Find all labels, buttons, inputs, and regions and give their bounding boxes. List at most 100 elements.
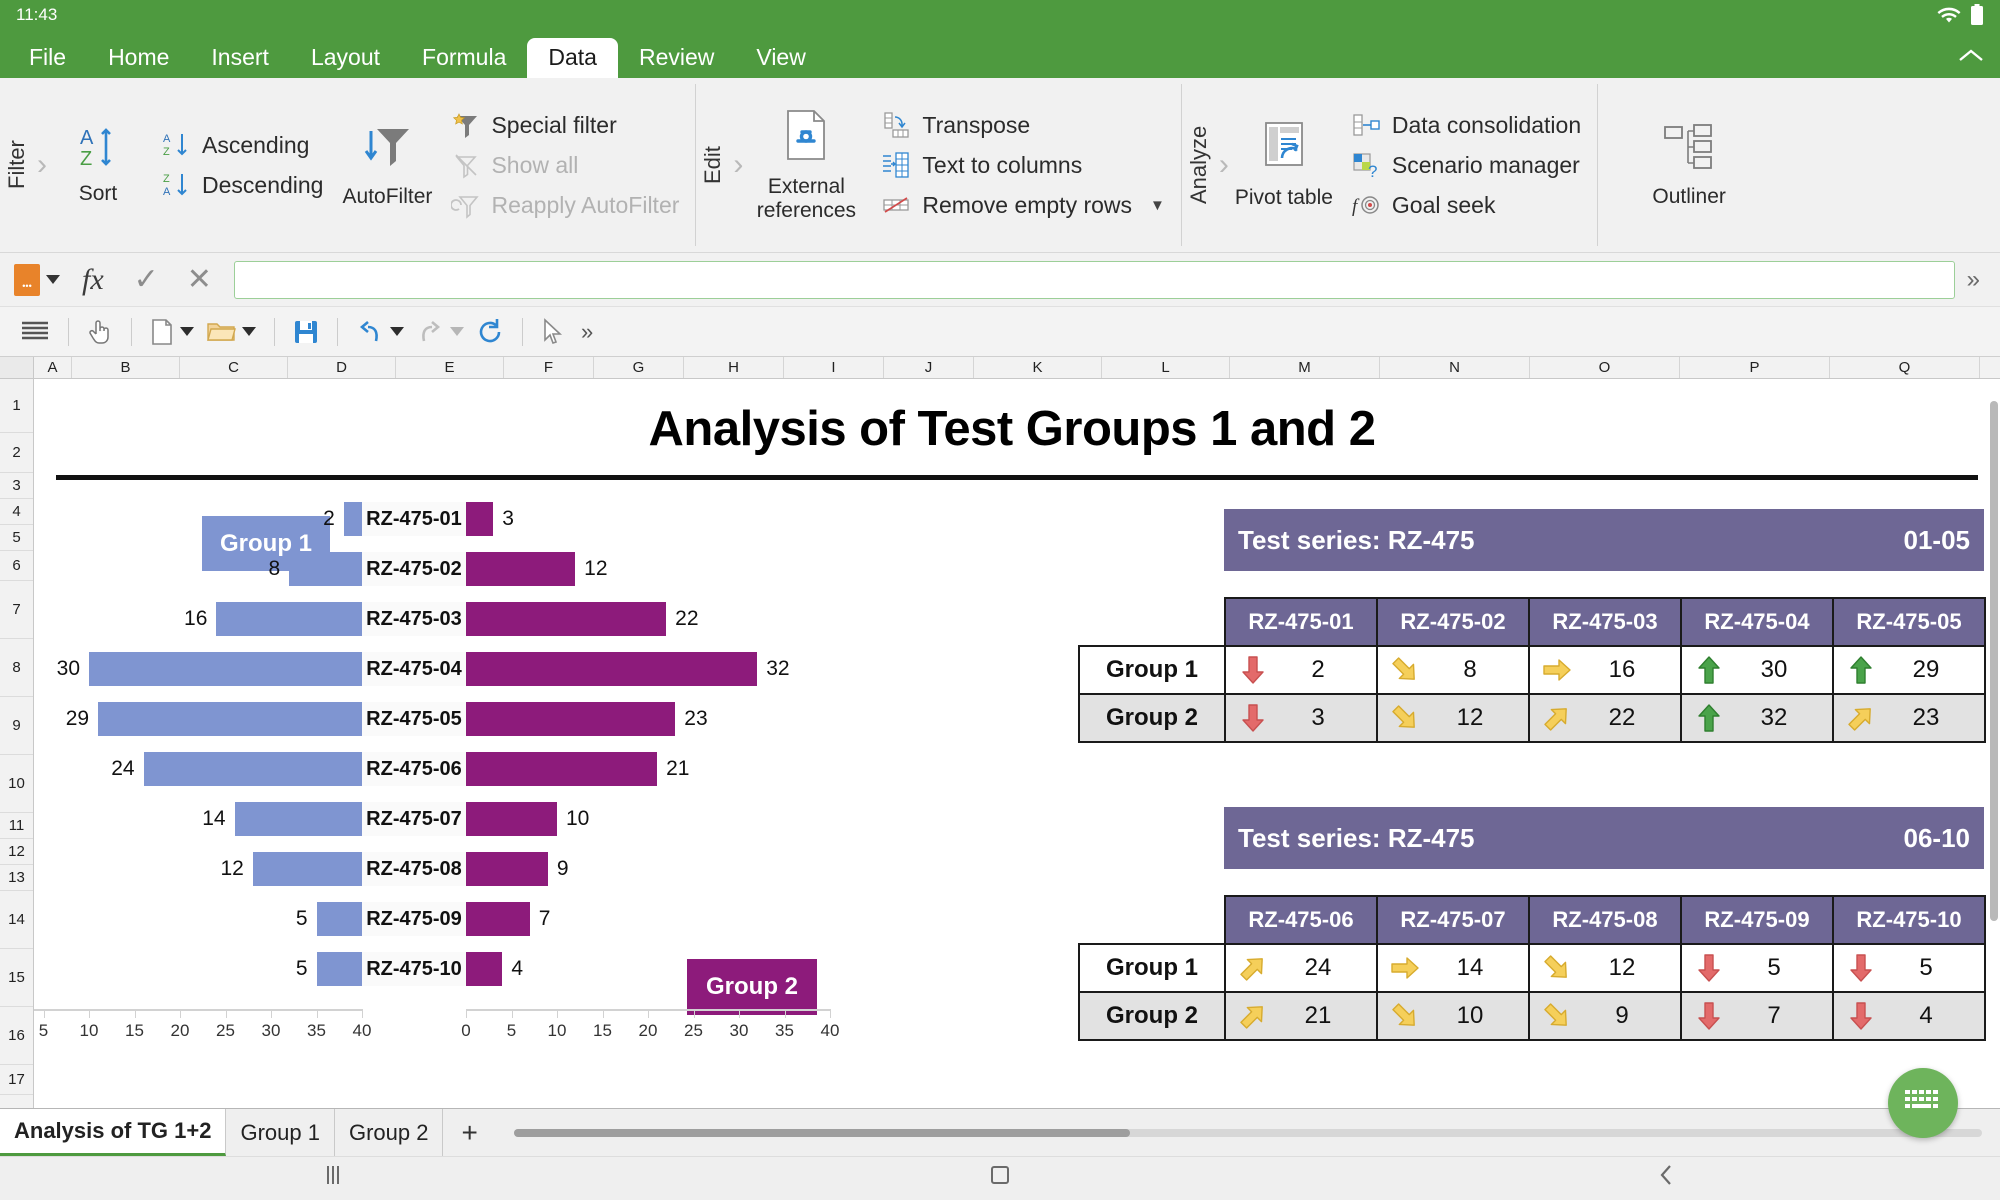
external-references-button[interactable]: External references [746,78,866,252]
vertical-scrollbar[interactable] [1988,401,2000,1200]
horizontal-scrollbar-thumb[interactable] [514,1129,1131,1137]
home-icon[interactable] [987,1162,1013,1195]
open-folder-icon[interactable] [200,319,262,345]
column-header-I[interactable]: I [784,357,884,378]
row-header-13[interactable]: 13 [0,865,33,891]
table-cell[interactable]: 9 [1529,992,1681,1040]
chevron-down-icon-open[interactable] [242,327,256,336]
table-column-header[interactable]: RZ-475-10 [1833,896,1985,944]
column-header-G[interactable]: G [594,357,684,378]
horizontal-scrollbar-track[interactable] [514,1129,1982,1137]
chart-bar-group2[interactable] [466,902,530,936]
check-icon[interactable]: ✓ [120,262,173,297]
close-icon[interactable]: ✕ [173,262,226,297]
row-header-5[interactable]: 5 [0,525,33,551]
tab-formula[interactable]: Formula [401,38,527,78]
row-header-11[interactable]: 11 [0,813,33,839]
column-header-K[interactable]: K [974,357,1102,378]
keyboard-toggle-button[interactable] [1888,1068,1958,1138]
table-column-header[interactable]: RZ-475-09 [1681,896,1833,944]
chevron-down-icon-namebox[interactable] [46,275,60,284]
tab-layout[interactable]: Layout [290,38,401,78]
sheet-canvas[interactable]: Analysis of Test Groups 1 and 2 Group 1 … [34,379,2000,1200]
column-header-B[interactable]: B [72,357,180,378]
chart-bar-group1[interactable] [344,502,362,536]
pivot-table-button[interactable]: Pivot table [1232,78,1336,252]
sheet-tab-analysis[interactable]: Analysis of TG 1+2 [0,1109,226,1156]
scenario-manager-button[interactable]: ? Scenario manager [1346,148,1587,182]
chevron-up-icon[interactable] [1958,44,1984,70]
table-cell[interactable]: 21 [1225,992,1377,1040]
new-document-icon[interactable] [144,318,200,346]
tornado-chart[interactable]: Group 1 Group 2 2RZ-475-0138RZ-475-02121… [52,494,912,1064]
chart-bar-group1[interactable] [235,802,362,836]
chart-bar-group1[interactable] [317,952,363,986]
table-cell[interactable]: 29 [1833,646,1985,694]
select-all-corner[interactable] [0,357,34,378]
refresh-icon[interactable] [470,318,510,346]
hand-pointer-icon[interactable] [81,318,119,346]
descending-button[interactable]: Z A Descending [156,168,329,202]
table-column-header[interactable]: RZ-475-02 [1377,598,1529,646]
table-cell[interactable]: 14 [1377,944,1529,992]
chart-bar-group2[interactable] [466,952,502,986]
chart-bar-group2[interactable] [466,802,557,836]
chevron-double-right-icon[interactable]: » [1955,266,1992,294]
menu-icon[interactable] [14,319,56,345]
sheet-tab-group2[interactable]: Group 2 [335,1109,444,1156]
table-cell[interactable]: 7 [1681,992,1833,1040]
row-header-7[interactable]: 7 [0,581,33,639]
row-header-15[interactable]: 15 [0,949,33,1007]
recents-icon[interactable] [320,1162,346,1195]
column-header-M[interactable]: M [1230,357,1380,378]
tab-data[interactable]: Data [527,38,618,78]
special-filter-button[interactable]: Special filter [445,108,685,142]
column-header-L[interactable]: L [1102,357,1230,378]
chevron-down-icon-undo[interactable] [390,327,404,336]
chart-bar-group1[interactable] [253,852,362,886]
panel-1-table[interactable]: RZ-475-01RZ-475-02RZ-475-03RZ-475-04RZ-4… [1078,597,1986,743]
column-header-O[interactable]: O [1530,357,1680,378]
fx-icon[interactable]: fx [66,263,120,297]
table-cell[interactable]: 16 [1529,646,1681,694]
tab-review[interactable]: Review [618,38,735,78]
table-column-header[interactable]: RZ-475-01 [1225,598,1377,646]
row-header-9[interactable]: 9 [0,697,33,755]
data-consolidation-button[interactable]: Data consolidation [1346,108,1587,142]
column-header-A[interactable]: A [34,357,72,378]
chevron-down-icon-new[interactable] [180,327,194,336]
table-cell[interactable]: 30 [1681,646,1833,694]
sheet-tab-group1[interactable]: Group 1 [226,1109,335,1156]
row-header-6[interactable]: 6 [0,551,33,581]
chart-bar-group2[interactable] [466,602,666,636]
chart-bar-group1[interactable] [289,552,362,586]
chart-bar-group2[interactable] [466,552,575,586]
row-header-12[interactable]: 12 [0,839,33,865]
row-header-2[interactable]: 2 [0,433,33,473]
row-header-3[interactable]: 3 [0,473,33,499]
panel-2-table[interactable]: RZ-475-06RZ-475-07RZ-475-08RZ-475-09RZ-4… [1078,895,1986,1041]
name-box[interactable] [8,264,66,296]
vertical-scrollbar-thumb[interactable] [1990,401,1998,921]
table-cell[interactable]: 3 [1225,694,1377,742]
row-header-8[interactable]: 8 [0,639,33,697]
table-cell[interactable]: 10 [1377,992,1529,1040]
chevron-down-icon-remove-rows[interactable]: ▼ [1150,197,1165,214]
outliner-button[interactable]: Outliner [1624,78,1754,252]
row-header-4[interactable]: 4 [0,499,33,525]
formula-input[interactable] [234,261,1955,299]
table-cell[interactable]: 12 [1529,944,1681,992]
chart-bar-group1[interactable] [89,652,362,686]
table-column-header[interactable]: RZ-475-04 [1681,598,1833,646]
table-cell[interactable]: 12 [1377,694,1529,742]
horizontal-scrollbar[interactable] [496,1109,2000,1156]
ascending-button[interactable]: A Z Ascending [156,128,329,162]
transpose-button[interactable]: Transpose [876,108,1170,142]
table-column-header[interactable]: RZ-475-05 [1833,598,1985,646]
chart-bar-group1[interactable] [216,602,362,636]
column-header-C[interactable]: C [180,357,288,378]
row-header-14[interactable]: 14 [0,891,33,949]
table-cell[interactable]: 32 [1681,694,1833,742]
redo-icon[interactable] [410,319,470,345]
chart-bar-group1[interactable] [144,752,362,786]
